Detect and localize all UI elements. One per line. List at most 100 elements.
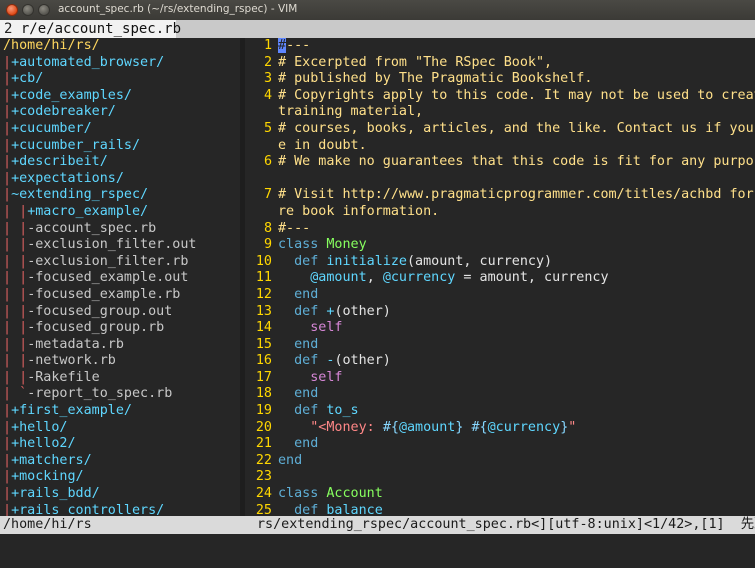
tree-file-item[interactable]: | |-focused_group.rb [0, 320, 240, 337]
tree-dir-item[interactable]: |+code_examples/ [0, 88, 240, 105]
command-line[interactable] [0, 534, 755, 568]
code-text: #--- [278, 221, 755, 238]
code-line[interactable]: 15 end [245, 337, 755, 354]
code-text: def -(other) [278, 353, 755, 370]
tree-item-label: +automated_browser/ [11, 54, 165, 70]
code-line[interactable]: training material, [245, 104, 755, 121]
code-token: def [294, 253, 319, 269]
code-line[interactable]: 21 end [245, 436, 755, 453]
code-token: --- [286, 38, 311, 53]
code-token: # Excerpted from "The RSpec Book", [278, 54, 553, 70]
code-line[interactable]: 19 def to_s [245, 403, 755, 420]
tree-file-item[interactable]: | |-exclusion_filter.rb [0, 254, 240, 271]
code-line[interactable]: 11 @amount, @currency = amount, currency [245, 270, 755, 287]
code-line[interactable] [245, 171, 755, 188]
tree-file-item[interactable]: | |-account_spec.rb [0, 221, 240, 238]
tree-file-item[interactable]: | |-focused_example.out [0, 270, 240, 287]
tree-indent-guide: | [3, 54, 12, 70]
code-line[interactable]: 2 # Excerpted from "The RSpec Book", [245, 55, 755, 72]
line-number: 3 [263, 71, 272, 87]
tree-file-item[interactable]: | `-report_to_spec.rb [0, 386, 240, 403]
tree-dir-item[interactable]: |+automated_browser/ [0, 55, 240, 72]
tree-dir-item[interactable]: |+describeit/ [0, 154, 240, 171]
code-text [278, 171, 755, 188]
tree-dir-item[interactable]: |+cucumber_rails/ [0, 138, 240, 155]
tree-file-item[interactable]: | |-network.rb [0, 353, 240, 370]
maximize-window-button[interactable] [38, 4, 50, 16]
code-line[interactable]: 14 self [245, 320, 755, 337]
tree-dir-item[interactable]: | |+macro_example/ [0, 204, 240, 221]
minimize-window-button[interactable] [22, 4, 34, 16]
editor-pane[interactable]: 1 #--- 2 # Excerpted from "The RSpec Book",… [245, 38, 755, 516]
tree-item-label: +cucumber/ [11, 120, 92, 136]
tree-indent-guide: | [3, 137, 12, 153]
tree-dir-item[interactable]: |+codebreaker/ [0, 104, 240, 121]
code-text: re book information. [278, 204, 755, 221]
tree-indent-guide: | | [3, 303, 28, 319]
tree-dir-item[interactable]: |+expectations/ [0, 171, 240, 188]
tree-dir-item[interactable]: |~extending_rspec/ [0, 187, 240, 204]
code-line[interactable]: 9 class Money [245, 237, 755, 254]
file-tree-pane[interactable]: /home/hi/rs/ |+automated_browser/|+cb/|+… [0, 38, 240, 516]
code-line[interactable]: 18 end [245, 386, 755, 403]
code-line[interactable]: 16 def -(other) [245, 353, 755, 370]
tab-account-spec[interactable]: 2 r/e/account_spec.rb [0, 20, 181, 38]
tree-dir-item[interactable]: |+rails_controllers/ [0, 503, 240, 516]
code-token: (other) [334, 303, 391, 319]
close-window-button[interactable] [6, 4, 18, 16]
code-token: end [278, 452, 303, 468]
code-line[interactable]: 25 def balance [245, 503, 755, 516]
code-token: # Visit http://www.pragmaticprogrammer.c… [278, 187, 755, 203]
code-line[interactable]: 4 # Copyrights apply to this code. It may… [245, 88, 755, 105]
code-line[interactable]: 24 class Account [245, 486, 755, 503]
code-line[interactable]: 12 end [245, 287, 755, 304]
code-line[interactable]: 3 # published by The Pragmatic Bookshelf. [245, 71, 755, 88]
tree-item-label: +expectations/ [11, 170, 124, 186]
tree-dir-item[interactable]: |+mocking/ [0, 469, 240, 486]
tree-file-item[interactable]: | |-focused_example.rb [0, 287, 240, 304]
code-text: class Money [278, 237, 755, 254]
tree-root-path[interactable]: /home/hi/rs/ [0, 38, 240, 55]
window-title: account_spec.rb (~/rs/extending_rspec) -… [58, 3, 298, 15]
tree-dir-item[interactable]: |+cb/ [0, 71, 240, 88]
tree-file-item[interactable]: | |-metadata.rb [0, 337, 240, 354]
code-line[interactable]: 10 def initialize(amount, currency) [245, 254, 755, 271]
tree-file-item[interactable]: | |-focused_group.out [0, 304, 240, 321]
tree-file-item[interactable]: | |-Rakefile [0, 370, 240, 387]
code-text: training material, [278, 104, 755, 121]
status-file-info: rs/extending_rspec/account_spec.rb<][utf… [257, 517, 755, 532]
code-text: def balance [278, 503, 755, 516]
tree-dir-item[interactable]: |+hello/ [0, 420, 240, 437]
tree-item-label: +hello2/ [11, 436, 76, 452]
tree-dir-item[interactable]: |+rails_bdd/ [0, 486, 240, 503]
code-line[interactable]: re book information. [245, 204, 755, 221]
code-text: # We make no guarantees that this code i… [278, 154, 755, 171]
code-line[interactable]: 20 "<Money: #{@amount} #{@currency}" [245, 420, 755, 437]
code-token: # published by The Pragmatic Bookshelf. [278, 71, 593, 87]
code-line[interactable]: 13 def +(other) [245, 304, 755, 321]
code-line[interactable]: 1 #--- [245, 38, 755, 55]
tree-dir-item[interactable]: |+cucumber/ [0, 121, 240, 138]
code-token: # Copyrights apply to this code. It may … [278, 87, 755, 103]
tree-dir-item[interactable]: |+first_example/ [0, 403, 240, 420]
code-token: end [294, 336, 319, 352]
tree-file-item[interactable]: | |-exclusion_filter.out [0, 237, 240, 254]
code-token: " [568, 419, 577, 435]
code-line[interactable]: e in doubt. [245, 138, 755, 155]
tree-indent-guide: | [3, 403, 12, 419]
code-line[interactable]: 23 [245, 469, 755, 486]
tree-indent-guide: | [3, 187, 12, 203]
tree-indent-guide: | | [3, 220, 28, 236]
code-line[interactable]: 6 # We make no guarantees that this code … [245, 154, 755, 171]
code-text: # Visit http://www.pragmaticprogrammer.c… [278, 187, 755, 204]
code-line[interactable]: 5 # courses, books, articles, and the lik… [245, 121, 755, 138]
code-line[interactable]: 7 # Visit http://www.pragmaticprogrammer.… [245, 187, 755, 204]
tree-dir-item[interactable]: |+hello2/ [0, 436, 240, 453]
line-number: 4 [263, 87, 272, 103]
code-line[interactable]: 22 end [245, 453, 755, 470]
tree-indent-guide: | | [3, 369, 28, 385]
code-line[interactable]: 8 #--- [245, 221, 755, 238]
tree-dir-item[interactable]: |+matchers/ [0, 453, 240, 470]
code-line[interactable]: 17 self [245, 370, 755, 387]
